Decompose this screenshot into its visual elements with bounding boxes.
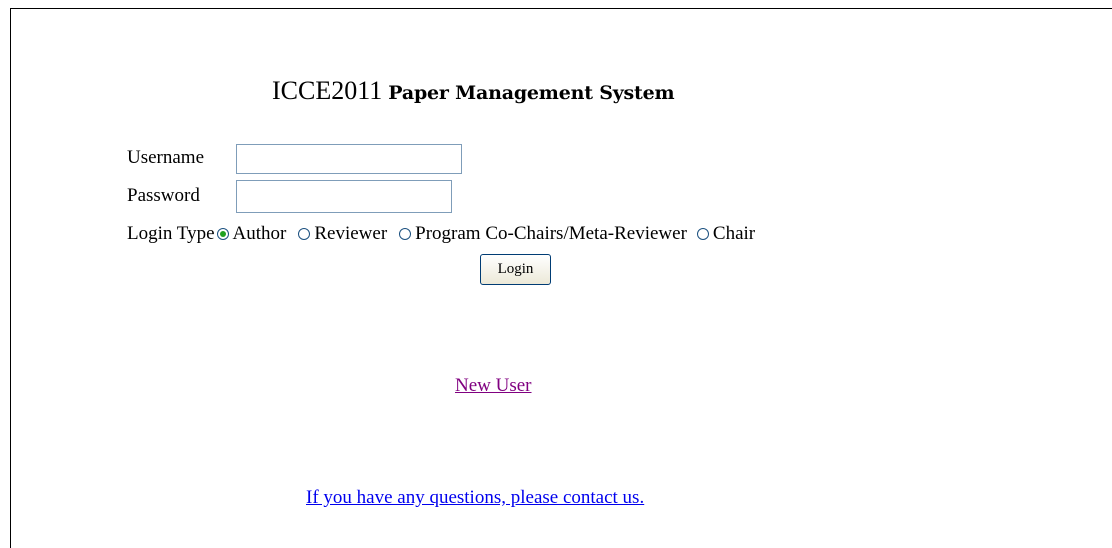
- radio-unchecked-icon[interactable]: [298, 228, 311, 240]
- username-label: Username: [127, 147, 205, 168]
- new-user-link[interactable]: New User: [455, 375, 532, 397]
- radio-unchecked-icon[interactable]: [696, 228, 709, 240]
- username-input[interactable]: [236, 144, 462, 174]
- login-type-chair[interactable]: Chair: [696, 223, 756, 245]
- login-type-author-label: Author: [232, 223, 287, 244]
- radio-checked-icon[interactable]: [216, 228, 229, 240]
- login-type-reviewer-label: Reviewer: [314, 223, 388, 244]
- login-button[interactable]: Login: [480, 254, 551, 285]
- contact-us-link[interactable]: If you have any questions, please contac…: [306, 487, 644, 509]
- login-type-label: Login Type: [127, 223, 215, 244]
- login-type-group: Login Type Author Reviewer Program Co-Ch…: [127, 223, 755, 245]
- conference-name: ICCE2011: [272, 76, 383, 105]
- login-type-program-cochairs-label: Program Co-Chairs/Meta-Reviewer: [415, 223, 687, 244]
- login-type-program-cochairs[interactable]: Program Co-Chairs/Meta-Reviewer: [399, 223, 687, 245]
- password-input[interactable]: [236, 180, 452, 213]
- page-title: ICCE2011 Paper Management System: [272, 76, 675, 106]
- login-type-chair-label: Chair: [712, 223, 756, 244]
- system-name: Paper Management System: [388, 82, 675, 104]
- login-type-reviewer[interactable]: Reviewer: [298, 223, 387, 245]
- login-type-author[interactable]: Author: [216, 223, 287, 245]
- radio-unchecked-icon[interactable]: [399, 228, 412, 240]
- password-label: Password: [127, 185, 200, 206]
